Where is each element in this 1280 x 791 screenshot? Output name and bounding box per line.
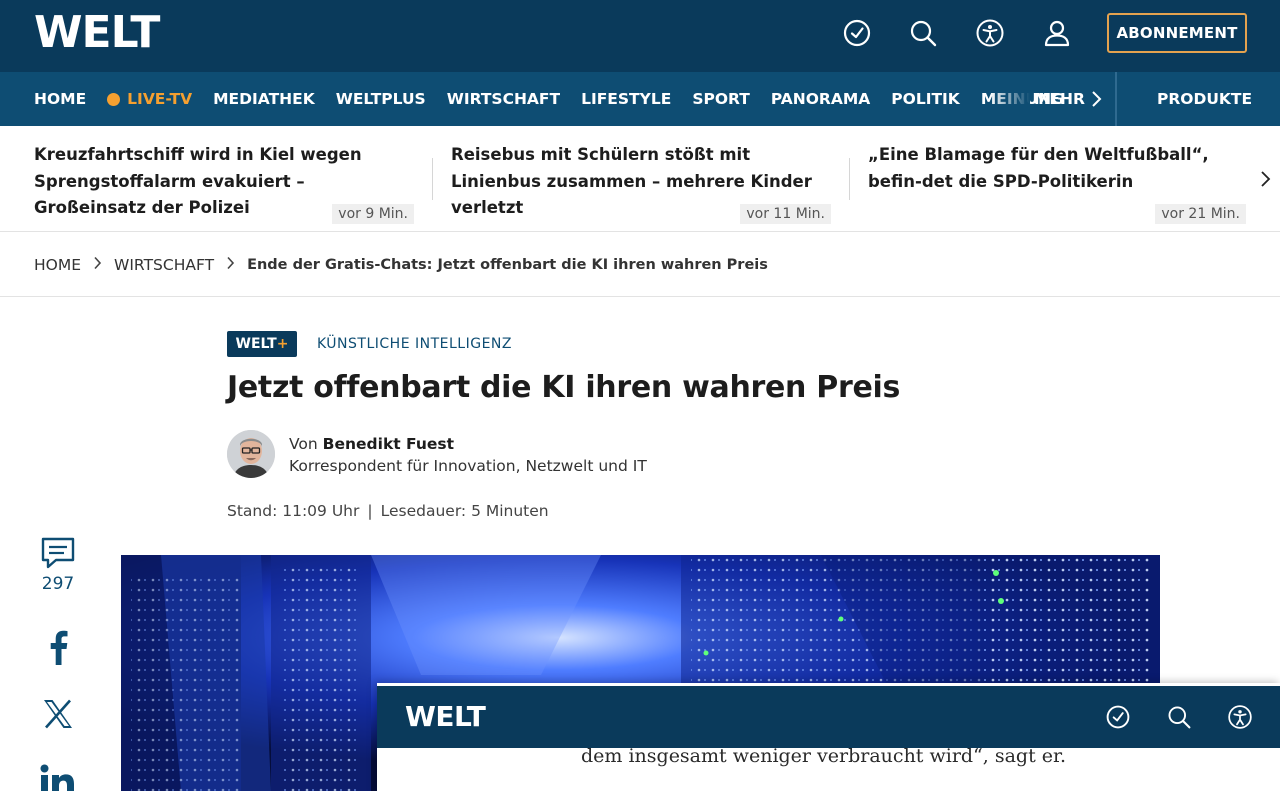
breadcrumb: HOME WIRTSCHAFT Ende der Gratis-Chats: J… [34,232,768,297]
chevron-right-icon [1092,91,1102,107]
news-ticker: Kreuzfahrtschiff wird in Kiel wegen Spre… [0,126,1280,232]
x-share-button[interactable] [38,698,78,730]
live-dot-icon [107,92,121,106]
ticker-item-time: vor 21 Min. [1155,204,1246,224]
comments-button[interactable]: 297 [38,536,78,594]
chevron-right-icon [93,256,102,274]
comment-icon [41,537,75,569]
top-header: WELT ABONNEMENT [0,0,1280,72]
nav-item-politik[interactable]: POLITIK [891,90,960,108]
ticker-divider [849,158,850,200]
linkedin-icon [40,764,74,791]
ticker-item[interactable]: „Eine Blamage für den Weltfußball“, befi… [868,142,1246,224]
meta-separator: | [367,502,373,520]
nav-item-panorama[interactable]: PANORAMA [771,90,870,108]
nav-item-live-tv[interactable]: LIVE-TV [107,90,192,108]
chevron-right-icon [226,256,235,274]
user-icon[interactable] [1040,16,1074,50]
main-navigation: HOME LIVE-TV MEDIATHEK WELTPLUS WIRTSCHA… [0,72,1280,126]
article-body-text: dem insgesamt weniger verbraucht wird“, … [581,745,1067,767]
divider [0,296,1280,297]
nav-item-home[interactable]: HOME [34,90,86,108]
welt-logo[interactable]: WELT [405,700,486,733]
accessibility-icon[interactable] [1223,700,1257,734]
nav-more-label: MEHR [1034,90,1085,108]
linkedin-share-button[interactable] [38,764,78,791]
nav-fade-overlay [990,72,1030,126]
facebook-icon [50,630,68,665]
article-headline: Jetzt offenbart die KI ihren wahren Prei… [227,370,901,405]
author-line: Von Benedikt Fuest [289,435,454,453]
ticker-item-title[interactable]: „Eine Blamage für den Weltfußball“, befi… [868,142,1246,195]
clock-check-icon[interactable] [1101,700,1135,734]
search-icon[interactable] [906,16,940,50]
nav-divider [1115,72,1117,126]
ticker-item[interactable]: Reisebus mit Schülern stößt mit Linienbu… [451,142,831,224]
ticker-item-time: vor 11 Min. [740,204,831,224]
nav-item-wirtschaft[interactable]: WIRTSCHAFT [447,90,560,108]
chevron-right-icon [1261,171,1271,187]
weltplus-badge-plus: + [276,336,289,352]
ticker-item[interactable]: Kreuzfahrtschiff wird in Kiel wegen Spre… [34,142,414,224]
article-topic[interactable]: KÜNSTLICHE INTELLIGENZ [317,336,512,352]
article-read-time: Lesedauer: 5 Minuten [380,502,549,520]
nav-item-live-tv-label: LIVE-TV [127,90,193,108]
author-prefix: Von [289,435,318,453]
nav-products-button[interactable]: PRODUKTE [1157,72,1252,126]
nav-item-weltplus[interactable]: WELTPLUS [336,90,426,108]
breadcrumb-wirtschaft[interactable]: WIRTSCHAFT [114,256,214,274]
article-meta: Stand: 11:09 Uhr | Lesedauer: 5 Minuten [227,502,549,520]
breadcrumb-current: Ende der Gratis-Chats: Jetzt offenbart d… [247,256,768,273]
sticky-header-overlay: WELT dem insgesamt weniger verbraucht wi… [377,683,1280,791]
weltplus-badge[interactable]: WELT + [227,331,297,357]
ticker-next-button[interactable] [1259,170,1271,192]
search-icon[interactable] [1162,700,1196,734]
nav-item-mediathek[interactable]: MEDIATHEK [213,90,315,108]
facebook-share-button[interactable] [38,629,78,665]
weltplus-badge-text: WELT [235,336,277,352]
accessibility-icon[interactable] [973,16,1007,50]
ticker-divider [432,158,433,200]
nav-item-sport[interactable]: SPORT [692,90,750,108]
breadcrumb-home[interactable]: HOME [34,256,81,274]
comment-count: 297 [41,574,75,594]
ticker-item-time: vor 9 Min. [332,204,414,224]
subscribe-button[interactable]: ABONNEMENT [1107,13,1247,53]
author-role: Korrespondent für Innovation, Netzwelt u… [289,457,647,475]
nav-more-button[interactable]: MEHR [1034,72,1103,126]
author-name[interactable]: Benedikt Fuest [323,435,454,453]
article-timestamp: Stand: 11:09 Uhr [227,502,360,520]
nav-item-lifestyle[interactable]: LIFESTYLE [581,90,671,108]
author-avatar[interactable] [227,430,275,478]
sticky-header-bar: WELT [377,686,1280,748]
welt-logo[interactable]: WELT [34,11,160,55]
x-icon [44,699,72,729]
clock-check-icon[interactable] [840,16,874,50]
